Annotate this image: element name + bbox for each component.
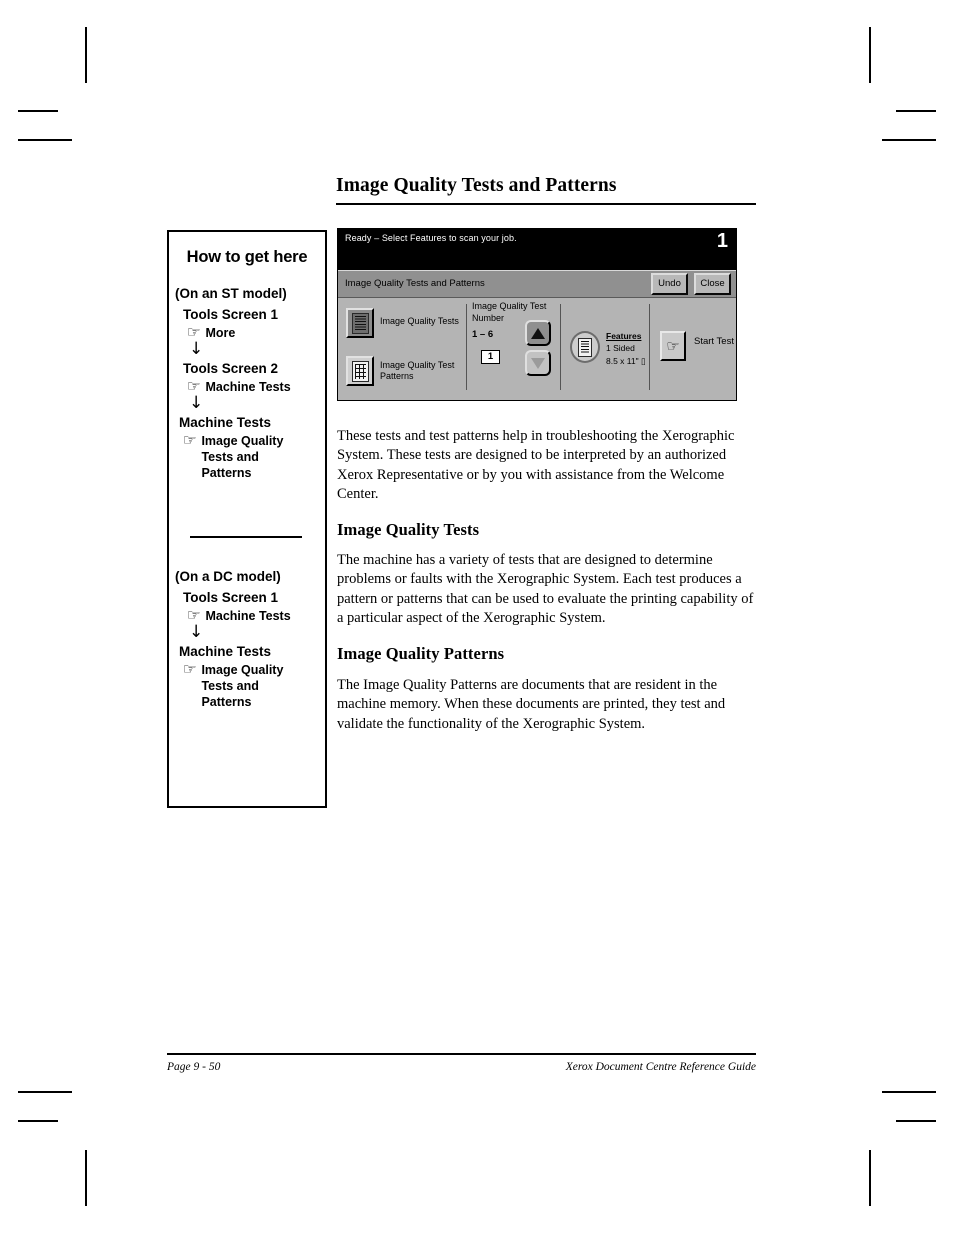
start-test-label: Start Test	[694, 336, 734, 347]
pointing-hand-icon: ☞	[186, 607, 201, 624]
features-sided-value: 1 Sided	[606, 343, 635, 354]
st-model-path: (On an ST model) Tools Screen 1 ☞ More ↓…	[169, 286, 325, 481]
st-step-2-selection: Machine Tests	[205, 380, 291, 394]
st-step-2-selection-row: ☞ Machine Tests	[187, 379, 325, 395]
triangle-down-icon	[531, 357, 545, 369]
status-message: Ready – Select Features to scan your job…	[345, 233, 517, 243]
how-to-get-here-divider	[190, 536, 302, 538]
dc-step-1-selection-row: ☞ Machine Tests	[187, 608, 325, 624]
features-icon[interactable]	[570, 331, 600, 363]
pointing-hand-icon: ☞	[186, 324, 201, 341]
dc-step-2-selection: Image Quality Tests and Patterns	[201, 663, 284, 709]
features-size-value: 8.5 x 11" ▯	[606, 355, 646, 366]
status-job-number: 1	[716, 230, 728, 252]
document-glyph	[578, 337, 592, 357]
footer-page-number: Page 9 - 50	[167, 1061, 221, 1073]
footer-guide-title: Xerox Document Centre Reference Guide	[565, 1061, 756, 1073]
close-button[interactable]: Close	[694, 273, 731, 295]
crop-mark-top-right-horizontal-outer	[882, 139, 936, 141]
start-test-icon[interactable]: ☞	[660, 331, 686, 361]
column-divider	[649, 304, 650, 390]
pointing-hand-icon: ☞	[182, 432, 197, 449]
crop-mark-bottom-left-horizontal-inner	[18, 1120, 58, 1122]
touchscreen-screen-title: Image Quality Tests and Patterns	[345, 278, 485, 289]
document-grid-glyph	[351, 360, 369, 382]
dc-model-label: (On a DC model)	[175, 569, 281, 584]
st-step-1-screen: Tools Screen 1	[183, 307, 279, 322]
crop-mark-top-right-horizontal-inner	[896, 110, 936, 112]
crop-mark-top-right-vertical	[869, 27, 871, 83]
arrow-down-icon: ↓	[189, 622, 204, 642]
page-title: Image Quality Tests and Patterns	[336, 175, 617, 196]
st-step-3-screen: Machine Tests	[179, 415, 272, 430]
heading-image-quality-patterns: Image Quality Patterns	[337, 644, 505, 663]
st-model-label: (On an ST model)	[175, 286, 287, 301]
arrow-down-icon: ↓	[189, 339, 204, 359]
crop-mark-bottom-right-horizontal-inner	[896, 1120, 936, 1122]
pointing-hand-icon: ☞	[182, 661, 197, 678]
pointing-hand-icon: ☞	[186, 378, 201, 395]
crop-mark-bottom-left-vertical	[85, 1150, 87, 1206]
st-step-1-selection-row: ☞ More	[187, 325, 325, 341]
footer-rule	[167, 1053, 756, 1055]
touchscreen-status-bar: Ready – Select Features to scan your job…	[338, 229, 736, 270]
st-step-3-selection: Image Quality Tests and Patterns	[201, 434, 284, 480]
touchscreen-body: Image Quality Tests Image Quality Test P…	[338, 298, 736, 400]
increment-button[interactable]	[525, 320, 551, 346]
test-number-range: 1 – 6	[472, 329, 494, 340]
how-to-get-here-title: How to get here	[186, 248, 308, 266]
test-number-value[interactable]: 1	[481, 350, 500, 364]
dc-model-path: (On a DC model) Tools Screen 1 ☞ Machine…	[169, 569, 325, 710]
page-title-rule	[336, 203, 756, 205]
crop-mark-top-left-horizontal-outer	[18, 139, 72, 141]
features-heading: Features	[606, 331, 642, 341]
decrement-button[interactable]	[525, 350, 551, 376]
image-quality-test-patterns-icon[interactable]	[346, 356, 374, 386]
arrow-down-icon: ↓	[189, 393, 204, 413]
st-step-1-selection: More	[205, 326, 236, 340]
dc-step-1-selection: Machine Tests	[205, 609, 291, 623]
column-divider	[466, 304, 467, 390]
crop-mark-bottom-left-horizontal-outer	[18, 1091, 72, 1093]
paragraph-image-quality-tests: The machine has a variety of tests that …	[337, 552, 754, 626]
document-glyph	[351, 312, 369, 334]
dc-step-2-selection-row: ☞ Image Quality Tests and Patterns	[183, 662, 325, 710]
dc-step-1-screen: Tools Screen 1	[183, 590, 279, 605]
st-step-2-screen: Tools Screen 2	[183, 361, 279, 376]
touchscreen-panel: Ready – Select Features to scan your job…	[337, 228, 737, 401]
column-divider	[560, 304, 561, 390]
paragraph-image-quality-patterns: The Image Quality Patterns are documents…	[337, 677, 726, 732]
undo-button[interactable]: Undo	[651, 273, 688, 295]
heading-image-quality-tests: Image Quality Tests	[337, 520, 480, 539]
touchscreen-title-bar: Image Quality Tests and Patterns Undo Cl…	[338, 270, 736, 298]
st-step-3-selection-row: ☞ Image Quality Tests and Patterns	[183, 433, 325, 481]
features-summary: Features 1 Sided 8.5 x 11" ▯	[606, 330, 646, 367]
crop-mark-bottom-right-horizontal-outer	[882, 1091, 936, 1093]
crop-mark-top-left-horizontal-inner	[18, 110, 58, 112]
image-quality-tests-label: Image Quality Tests	[380, 316, 459, 326]
crop-mark-bottom-right-vertical	[869, 1150, 871, 1206]
image-quality-test-patterns-label: Image Quality Test Patterns	[380, 360, 455, 382]
crop-mark-top-left-vertical	[85, 27, 87, 83]
image-quality-tests-icon[interactable]	[346, 308, 374, 338]
triangle-up-icon	[531, 327, 545, 339]
dc-step-2-screen: Machine Tests	[179, 644, 272, 659]
how-to-get-here-box: How to get here (On an ST model) Tools S…	[167, 230, 327, 808]
intro-paragraph: These tests and test patterns help in tr…	[337, 428, 735, 502]
